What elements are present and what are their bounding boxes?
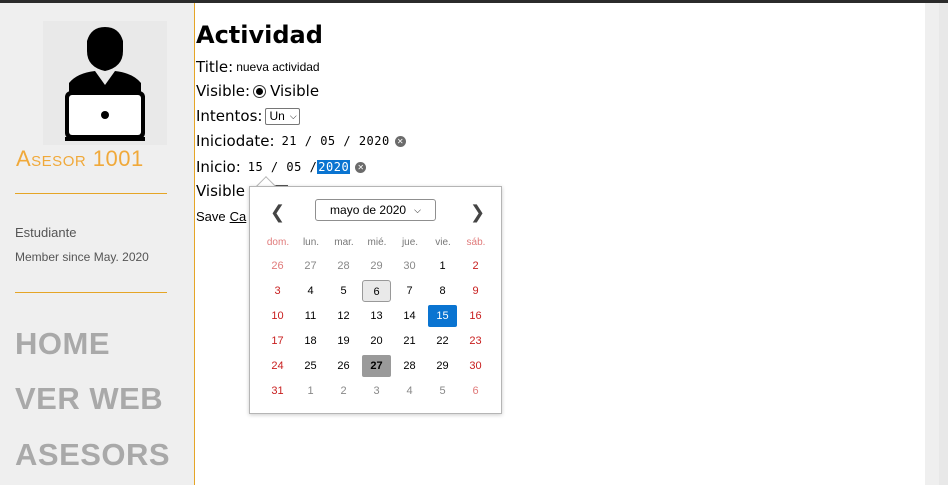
- calendar-day[interactable]: 3: [362, 380, 391, 402]
- save-button[interactable]: Save: [196, 209, 226, 224]
- calendar-day[interactable]: 3: [263, 280, 292, 302]
- title-label: Title:: [196, 58, 234, 76]
- calendar-day[interactable]: 2: [461, 255, 490, 277]
- weekday-header: jue.: [401, 237, 419, 248]
- calendar-day[interactable]: 29: [428, 355, 457, 377]
- chevron-down-icon: ⌵: [289, 110, 297, 121]
- calendar-day[interactable]: 25: [296, 355, 325, 377]
- nav-asesors[interactable]: ASESORS: [15, 437, 170, 473]
- nav-ver-web[interactable]: VER WEB: [15, 381, 163, 417]
- inicio-year[interactable]: 2020: [317, 160, 351, 174]
- calendar-day[interactable]: 17: [263, 330, 292, 352]
- calendar-day[interactable]: 16: [461, 305, 490, 327]
- inicio-month[interactable]: 05: [286, 160, 301, 174]
- member-since: Member since May. 2020: [15, 250, 149, 264]
- intentos-label: Intentos:: [196, 107, 263, 125]
- inicio-input[interactable]: 15 / 05 /2020: [248, 160, 351, 174]
- weekday-header: lun.: [302, 237, 320, 248]
- calendar-day[interactable]: 9: [461, 280, 490, 302]
- calendar-day[interactable]: 31: [263, 380, 292, 402]
- month-label: mayo de 2020: [330, 203, 407, 217]
- iniciodate-row: Iniciodate: 21 / 05 / 2020 ✕: [196, 132, 406, 150]
- calendar-day[interactable]: 19: [329, 330, 358, 352]
- user-role: Estudiante: [15, 225, 77, 240]
- calendar-day[interactable]: 30: [461, 355, 490, 377]
- intentos-value: Un: [269, 109, 285, 123]
- calendar-day[interactable]: 23: [461, 330, 490, 352]
- calendar-day[interactable]: 12: [329, 305, 358, 327]
- calendar-day[interactable]: 28: [329, 255, 358, 277]
- date-picker-popup: ❮ mayo de 2020 ⌵ ❯ dom. lun. mar. mié. jue. v…: [249, 186, 502, 414]
- calendar-day[interactable]: 18: [296, 330, 325, 352]
- calendar-day[interactable]: 21: [395, 330, 424, 352]
- intentos-select[interactable]: Un ⌵: [265, 107, 300, 125]
- chevron-left-icon[interactable]: ❮: [270, 202, 285, 223]
- calendar-day[interactable]: 22: [428, 330, 457, 352]
- iniciodate-label: Iniciodate:: [196, 132, 275, 150]
- visible2-label: Visible: [196, 182, 245, 200]
- page-title: Actividad: [196, 21, 323, 49]
- calendar-day[interactable]: 1: [296, 380, 325, 402]
- calendar-day[interactable]: 30: [395, 255, 424, 277]
- inicio-label: Inicio:: [196, 158, 241, 176]
- nav-home[interactable]: HOME: [15, 326, 110, 362]
- visible-radio[interactable]: [253, 84, 267, 98]
- divider: [15, 292, 167, 293]
- title-value: nueva actividad: [236, 60, 320, 74]
- weekday-header: mar.: [334, 237, 354, 248]
- month-select[interactable]: mayo de 2020 ⌵: [315, 199, 436, 221]
- calendar-day[interactable]: 4: [296, 280, 325, 302]
- weekday-header: mié.: [367, 237, 387, 248]
- calendar-day[interactable]: 26: [263, 255, 292, 277]
- visible-row: Visible: Visible: [196, 82, 319, 100]
- title-row: Title: nueva actividad: [196, 58, 320, 76]
- inicio-row: Inicio: 15 / 05 /2020 ✕: [196, 158, 367, 176]
- sidebar: Asesor 1001 Estudiante Member since May.…: [0, 3, 195, 485]
- intentos-row: Intentos: Un ⌵: [196, 107, 300, 125]
- site-name: Asesor 1001: [16, 146, 144, 171]
- calendar-day[interactable]: 1: [428, 255, 457, 277]
- calendar-day[interactable]: 10: [263, 305, 292, 327]
- calendar-day[interactable]: 14: [395, 305, 424, 327]
- calendar-day-focused[interactable]: 6: [362, 280, 391, 302]
- calendar-day[interactable]: 13: [362, 305, 391, 327]
- calendar-day[interactable]: 4: [395, 380, 424, 402]
- cancel-link[interactable]: Ca: [230, 209, 247, 224]
- chevron-down-icon: ⌵: [414, 204, 421, 215]
- iniciodate-input[interactable]: 21 / 05 / 2020: [282, 134, 390, 148]
- calendar-day[interactable]: 5: [329, 280, 358, 302]
- calendar-day-today[interactable]: 27: [362, 355, 391, 377]
- actions-row: Save Ca: [196, 209, 246, 224]
- weekday-header: dom.: [266, 237, 290, 248]
- calendar-day[interactable]: 27: [296, 255, 325, 277]
- calendar-day[interactable]: 29: [362, 255, 391, 277]
- scrollbar[interactable]: [939, 3, 948, 485]
- visible-label: Visible:: [196, 82, 251, 100]
- calendar-day[interactable]: 11: [296, 305, 325, 327]
- clear-icon[interactable]: ✕: [394, 135, 406, 147]
- calendar-day[interactable]: 26: [329, 355, 358, 377]
- calendar-day[interactable]: 20: [362, 330, 391, 352]
- calendar-day[interactable]: 8: [428, 280, 457, 302]
- chevron-right-icon[interactable]: ❯: [470, 202, 485, 223]
- calendar-day[interactable]: 6: [461, 380, 490, 402]
- calendar-day[interactable]: 7: [395, 280, 424, 302]
- calendar-day[interactable]: 2: [329, 380, 358, 402]
- user-avatar-icon: [43, 21, 167, 145]
- inicio-day[interactable]: 15: [248, 160, 263, 174]
- visible-option-label: Visible: [270, 82, 320, 100]
- calendar-day-selected[interactable]: 15: [428, 305, 457, 327]
- calendar-day[interactable]: 24: [263, 355, 292, 377]
- calendar-day[interactable]: 28: [395, 355, 424, 377]
- divider: [15, 193, 167, 194]
- clear-icon[interactable]: ✕: [355, 161, 367, 173]
- calendar-day[interactable]: 5: [428, 380, 457, 402]
- weekday-header: sáb.: [466, 237, 486, 248]
- weekday-header: vie.: [435, 237, 451, 248]
